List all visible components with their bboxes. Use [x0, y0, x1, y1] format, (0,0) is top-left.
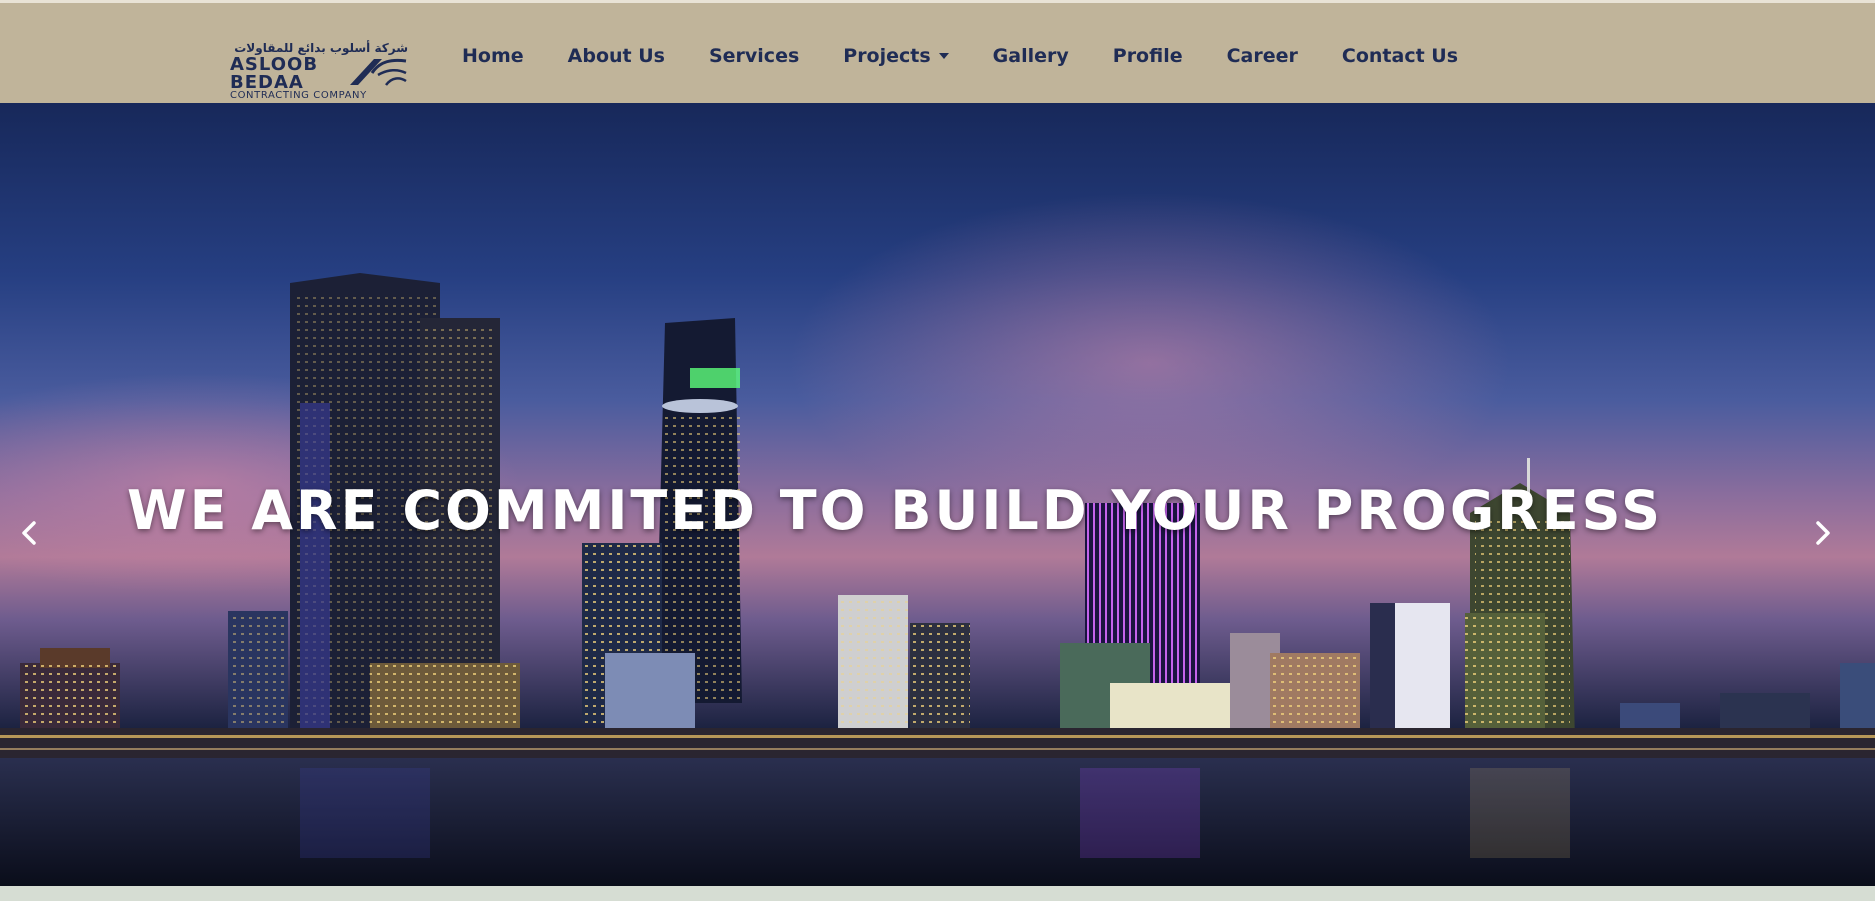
- carousel-prev-button[interactable]: [10, 513, 50, 553]
- logo-mark-icon: [350, 58, 407, 86]
- nav-label: Profile: [1112, 45, 1183, 67]
- chevron-right-icon: [1816, 521, 1830, 545]
- nav-label: Home: [462, 45, 524, 67]
- site-header: شركة أسلوب بدائع للمقاولات ASLOOB BEDAA …: [0, 3, 1875, 103]
- main-navigation: Home About Us Services Projects Gallery …: [440, 6, 1480, 106]
- logo-tagline: CONTRACTING COMPANY: [230, 90, 367, 101]
- nav-label: Gallery: [992, 45, 1069, 67]
- nav-item-projects-dropdown[interactable]: Projects: [821, 45, 970, 67]
- hero-title: WE ARE COMMITED TO BUILD YOUR PROGRESS: [127, 479, 1663, 543]
- nav-item-career[interactable]: Career: [1205, 45, 1320, 67]
- page: شركة أسلوب بدائع للمقاولات ASLOOB BEDAA …: [0, 0, 1875, 901]
- logo-arabic-text: شركة أسلوب بدائع للمقاولات: [234, 41, 408, 55]
- nav-item-contact-us[interactable]: Contact Us: [1320, 45, 1480, 67]
- nav-item-home[interactable]: Home: [440, 45, 546, 67]
- nav-label: Projects: [843, 45, 931, 67]
- nav-label: Contact Us: [1341, 45, 1459, 67]
- nav-label: Career: [1226, 45, 1298, 67]
- chevron-left-icon: [22, 521, 36, 545]
- nav-item-services[interactable]: Services: [687, 45, 821, 67]
- caret-down-icon: [938, 53, 949, 59]
- nav-item-profile[interactable]: Profile: [1091, 45, 1205, 67]
- company-logo[interactable]: شركة أسلوب بدائع للمقاولات ASLOOB BEDAA …: [230, 41, 410, 101]
- nav-item-gallery[interactable]: Gallery: [971, 45, 1091, 67]
- carousel-next-button[interactable]: [1802, 513, 1842, 553]
- nav-label: Services: [708, 45, 800, 67]
- bottom-band: [0, 886, 1875, 901]
- nav-label: About Us: [567, 45, 665, 67]
- hero-carousel: WE ARE COMMITED TO BUILD YOUR PROGRESS: [0, 103, 1875, 886]
- nav-item-about-us[interactable]: About Us: [546, 45, 687, 67]
